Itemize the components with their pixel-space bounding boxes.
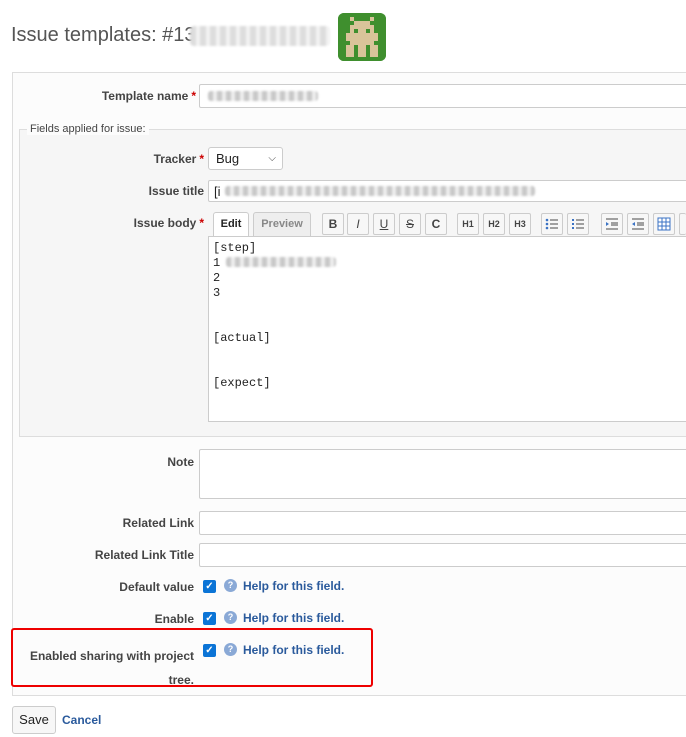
issue-body-label: Issue body * <box>133 216 204 230</box>
highlight-box <box>11 628 373 687</box>
related-link-input[interactable] <box>199 511 686 535</box>
tracker-label: Tracker * <box>153 152 204 166</box>
help-icon[interactable]: ? <box>224 611 237 624</box>
default-value-label: Default value <box>119 580 194 594</box>
page-title: Issue templates: #13 <box>11 24 196 46</box>
table-icon[interactable] <box>653 213 675 235</box>
body-line: [step] <box>213 241 257 255</box>
note-textarea[interactable] <box>199 449 686 499</box>
redacted-issue-title <box>225 186 535 196</box>
related-link-label: Related Link <box>122 516 194 530</box>
note-label: Note <box>167 455 194 469</box>
help-icon[interactable]: ? <box>224 579 237 592</box>
related-link-title-input[interactable] <box>199 543 686 567</box>
more-toolbar-icon[interactable] <box>679 213 686 235</box>
body-line: [actual] <box>213 331 271 345</box>
body-line: 3 <box>213 286 221 300</box>
fields-legend: Fields applied for issue: <box>27 123 149 135</box>
tracker-select[interactable]: Bug ⌵ <box>208 147 283 170</box>
redacted-body-text <box>226 257 336 267</box>
template-name-label: Template name * <box>101 89 196 103</box>
italic-button[interactable]: I <box>347 213 369 235</box>
save-button[interactable]: Save <box>12 706 56 734</box>
strikethrough-button[interactable]: S <box>399 213 421 235</box>
redacted-template-name <box>208 91 318 101</box>
project-avatar-icon <box>338 13 386 61</box>
tracker-value: Bug <box>216 151 240 166</box>
enable-help-link[interactable]: Help for this field. <box>243 611 344 625</box>
enable-checkbox[interactable]: ✓ <box>203 612 216 625</box>
outdent-icon[interactable] <box>627 213 649 235</box>
enable-label: Enable <box>154 612 194 626</box>
heading3-button[interactable]: H3 <box>509 213 531 235</box>
heading2-button[interactable]: H2 <box>483 213 505 235</box>
default-value-help-link[interactable]: Help for this field. <box>243 579 344 593</box>
bullet-list-icon[interactable] <box>541 213 563 235</box>
tab-edit[interactable]: Edit <box>213 212 249 237</box>
indent-icon[interactable] <box>601 213 623 235</box>
chevron-down-icon: ⌵ <box>268 153 276 164</box>
underline-button[interactable]: U <box>373 213 395 235</box>
numbered-list-icon[interactable] <box>567 213 589 235</box>
tab-preview[interactable]: Preview <box>253 212 311 237</box>
body-line: [expect] <box>213 376 271 390</box>
code-button[interactable]: C <box>425 213 447 235</box>
issue-title-label: Issue title <box>148 184 204 198</box>
body-line: 2 <box>213 271 221 285</box>
heading1-button[interactable]: H1 <box>457 213 479 235</box>
default-value-checkbox[interactable]: ✓ <box>203 580 216 593</box>
issue-title-value: [i <box>214 184 221 199</box>
cancel-link[interactable]: Cancel <box>62 713 101 727</box>
redacted-title-text <box>190 26 330 46</box>
body-line: 1 <box>213 256 221 270</box>
bold-button[interactable]: B <box>322 213 344 235</box>
related-link-title-label: Related Link Title <box>94 548 194 562</box>
